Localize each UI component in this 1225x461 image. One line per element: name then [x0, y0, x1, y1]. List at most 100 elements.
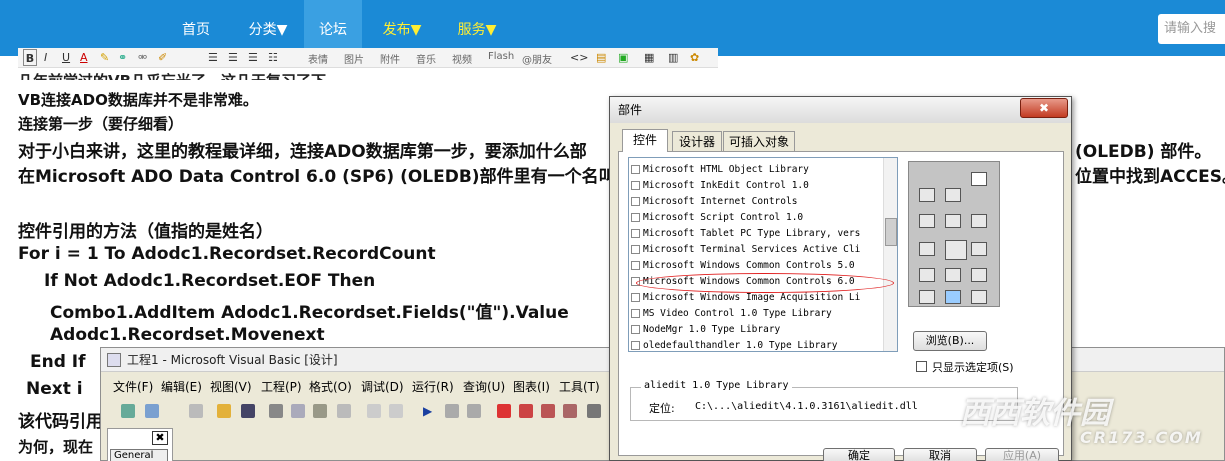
article-line: 对于小白来讲，这里的教程最详细，连接ADO数据库第一步，要添加什么部 — [18, 142, 587, 162]
toolbox-panel: ✖ General — [107, 428, 173, 461]
add-form-icon[interactable] — [145, 404, 159, 418]
code-line: For i = 1 To Adodc1.Recordset.RecordCoun… — [18, 244, 436, 264]
menu-format[interactable]: 格式(O) — [309, 378, 352, 395]
add-project-icon[interactable] — [121, 404, 135, 418]
link-icon[interactable]: ⚭ — [118, 49, 127, 66]
table-icon[interactable]: ▦ — [644, 49, 654, 66]
code-line: Adodc1.Recordset.Movenext — [50, 325, 325, 345]
menu-debug[interactable]: 调试(D) — [361, 378, 404, 395]
italic-button[interactable]: I — [44, 49, 47, 66]
save-icon[interactable] — [241, 404, 255, 418]
editor-toolbar: B I U A ✎ ⚭ ⚮ ✐ ☰ ☰ ☰ ☷ 表情 图片 附件 音乐 视频 F… — [18, 48, 718, 68]
preview-control-icon — [971, 242, 987, 256]
scrollbar-thumb[interactable] — [885, 218, 897, 246]
checkbox[interactable] — [631, 293, 640, 302]
tab-designers[interactable]: 设计器 — [672, 131, 722, 151]
menu-run[interactable]: 运行(R) — [412, 378, 454, 395]
checkbox[interactable] — [631, 197, 640, 206]
dialog-title: 部件 — [610, 97, 1071, 123]
checkbox[interactable] — [631, 309, 640, 318]
checkbox[interactable] — [631, 245, 640, 254]
menu-tools[interactable]: 工具(T) — [559, 378, 600, 395]
menu-view[interactable]: 视图(V) — [210, 378, 252, 395]
object-browser-icon[interactable] — [563, 404, 577, 418]
open-icon[interactable] — [217, 404, 231, 418]
paste-icon[interactable] — [313, 404, 327, 418]
align-center-icon[interactable]: ☰ — [228, 49, 238, 66]
stop-icon[interactable] — [467, 404, 481, 418]
checkbox[interactable] — [631, 213, 640, 222]
list-item[interactable]: NodeMgr 1.0 Type Library — [629, 322, 884, 338]
emoticon-button[interactable]: 表情 — [308, 51, 328, 66]
tab-insertable-objects[interactable]: 可插入对象 — [723, 131, 795, 151]
menu-file[interactable]: 文件(F) — [113, 378, 153, 395]
close-icon[interactable]: ✖ — [152, 431, 168, 445]
list-item[interactable]: Microsoft Terminal Services Active Cli — [629, 242, 884, 258]
checkbox[interactable] — [631, 261, 640, 270]
only-selected-checkbox[interactable] — [916, 361, 927, 372]
insert-icon[interactable]: ▣ — [618, 49, 628, 66]
preview-ole-icon — [971, 172, 987, 186]
font-color-button[interactable]: A — [80, 49, 88, 66]
list-item[interactable]: Microsoft InkEdit Control 1.0 — [629, 178, 884, 194]
menu-project[interactable]: 工程(P) — [261, 378, 302, 395]
copy-icon[interactable] — [291, 404, 305, 418]
tab-controls[interactable]: 控件 — [622, 129, 668, 152]
underline-button[interactable]: U — [62, 49, 70, 66]
form-layout-icon[interactable] — [541, 404, 555, 418]
checkbox[interactable] — [631, 325, 640, 334]
menu-editor-icon[interactable] — [189, 404, 203, 418]
checkbox[interactable] — [631, 229, 640, 238]
unlink-icon[interactable]: ⚮ — [138, 49, 147, 66]
properties-icon[interactable] — [519, 404, 533, 418]
image-button[interactable]: 图片 — [344, 51, 364, 66]
start-icon[interactable]: ▶ — [423, 404, 437, 418]
align-left-icon[interactable]: ☰ — [208, 49, 218, 66]
video-button[interactable]: 视频 — [452, 51, 472, 66]
search-input[interactable]: 请输入搜 — [1158, 14, 1225, 44]
project-explorer-icon[interactable] — [497, 404, 511, 418]
align-right-icon[interactable]: ☰ — [248, 49, 258, 66]
bold-button[interactable]: B — [23, 49, 37, 66]
pause-icon[interactable] — [445, 404, 459, 418]
menu-edit[interactable]: 编辑(E) — [161, 378, 202, 395]
components-list[interactable]: Microsoft HTML Object Library Microsoft … — [628, 157, 898, 352]
list-item[interactable]: Microsoft Tablet PC Type Library, vers — [629, 226, 884, 242]
menu-query[interactable]: 查询(U) — [463, 378, 505, 395]
list-item[interactable]: MS Video Control 1.0 Type Library — [629, 306, 884, 322]
eraser-icon[interactable]: ✐ — [158, 49, 167, 66]
preview-treeview-icon — [945, 240, 967, 260]
checkbox[interactable] — [631, 341, 640, 350]
undo-icon[interactable] — [367, 404, 381, 418]
tools-icon[interactable]: ✿ — [690, 49, 699, 66]
list-item[interactable]: Microsoft Windows Common Controls 5.0 — [629, 258, 884, 274]
list-item[interactable]: Microsoft Internet Controls — [629, 194, 884, 210]
list-item[interactable]: Microsoft HTML Object Library — [629, 162, 884, 178]
list-item[interactable]: Microsoft Script Control 1.0 — [629, 210, 884, 226]
general-tab[interactable]: General — [110, 449, 168, 461]
browse-button[interactable]: 浏览(B)... — [913, 331, 987, 351]
mention-button[interactable]: @朋友 — [522, 51, 552, 66]
table2-icon[interactable]: ▥ — [668, 49, 678, 66]
close-button[interactable]: ✖ — [1020, 98, 1068, 118]
ok-button[interactable]: 确定 — [823, 448, 895, 461]
preview-control-icon — [919, 214, 935, 228]
code-line: End If — [30, 352, 86, 372]
highlight-icon[interactable]: ✎ — [100, 49, 109, 66]
menu-diagram[interactable]: 图表(I) — [513, 378, 550, 395]
cut-icon[interactable] — [269, 404, 283, 418]
music-button[interactable]: 音乐 — [416, 51, 436, 66]
checkbox[interactable] — [631, 165, 640, 174]
quote-icon[interactable]: ▤ — [596, 49, 606, 66]
list-item[interactable]: oledefaulthandler 1.0 Type Library — [629, 338, 884, 351]
list-scrollbar[interactable] — [883, 158, 897, 351]
toolbox-icon[interactable] — [587, 404, 601, 418]
attachment-button[interactable]: 附件 — [380, 51, 400, 66]
preview-image-icon — [945, 290, 961, 304]
redo-icon[interactable] — [389, 404, 403, 418]
list-icon[interactable]: ☷ — [268, 49, 278, 66]
checkbox[interactable] — [631, 181, 640, 190]
find-icon[interactable] — [337, 404, 351, 418]
flash-button[interactable]: Flash — [488, 51, 514, 62]
code-icon[interactable]: <> — [570, 49, 588, 66]
